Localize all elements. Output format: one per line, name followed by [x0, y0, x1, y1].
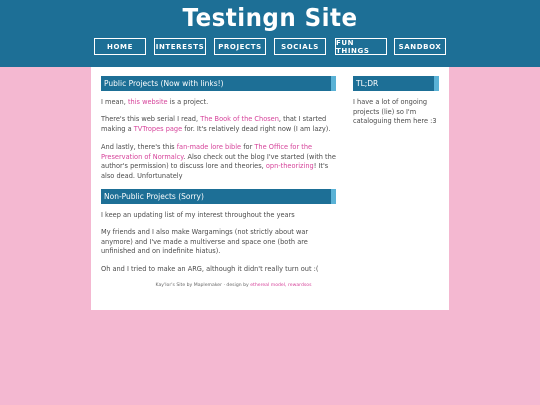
section-non-public-projects-title: Non-Public Projects (Sorry) — [101, 189, 336, 204]
site-title: Testingn Site — [182, 3, 358, 32]
nav-interests[interactable]: INTERESTS — [154, 38, 206, 55]
link-this-website[interactable]: this website — [128, 98, 168, 106]
link-tvtropes-page[interactable]: TVTropes page — [134, 125, 182, 133]
sidebar-tldr-title: TL;DR — [353, 76, 439, 91]
p3-text-b: for — [241, 143, 255, 151]
paragraph-1: I mean, this website is a project. — [101, 98, 337, 108]
content-panel: Public Projects (Now with links!) I mean… — [91, 67, 449, 310]
nav-projects[interactable]: PROJECTS — [214, 38, 266, 55]
link-opn-theorizing[interactable]: opn-theorizing — [266, 162, 314, 170]
p2-text-c: for. It's relatively dead right now (I a… — [182, 124, 331, 133]
paragraph-2: There's this web serial I read, The Book… — [101, 115, 337, 134]
link-book-of-the-chosen[interactable]: The Book of the Chosen — [200, 115, 279, 123]
nav-home[interactable]: HOME — [94, 38, 146, 55]
p3-text-a: And lastly, there's this — [101, 143, 177, 151]
p2-text-a: There's this web serial I read, — [101, 115, 201, 123]
site-header: Testingn Site HOME INTERESTS PROJECTS SO… — [0, 0, 540, 67]
section-public-projects-title: Public Projects (Now with links!) — [101, 76, 336, 91]
paragraph-3: And lastly, there's this fan-made lore b… — [101, 143, 337, 181]
nav-fun-things[interactable]: FUN THINGS — [335, 38, 387, 55]
paragraph-6: Oh and I tried to make an ARG, although … — [101, 265, 319, 273]
sidebar-text: I have a lot of ongoing projects (lie) s… — [353, 98, 437, 125]
nav-bar: HOME INTERESTS PROJECTS SOCIALS FUN THIN… — [94, 38, 454, 55]
p1-text-b: is a project. — [167, 98, 209, 106]
p1-text-a: I mean, — [101, 98, 128, 106]
paragraph-4: I keep an updating list of my interest t… — [101, 211, 295, 219]
link-fan-made-lore-bible[interactable]: fan-made lore bible — [177, 143, 241, 151]
nav-sandbox[interactable]: SANDBOX — [394, 38, 446, 55]
paragraph-5: My friends and I also make Wargamings (n… — [101, 228, 309, 255]
footer: Kay'lor's Site by Maplemaker · design by… — [91, 283, 376, 288]
footer-text: Kay'lor's Site by Maplemaker · design by — [155, 283, 251, 288]
footer-design-link[interactable]: ethereal model, rewardsos — [250, 283, 311, 288]
nav-socials[interactable]: SOCIALS — [274, 38, 326, 55]
